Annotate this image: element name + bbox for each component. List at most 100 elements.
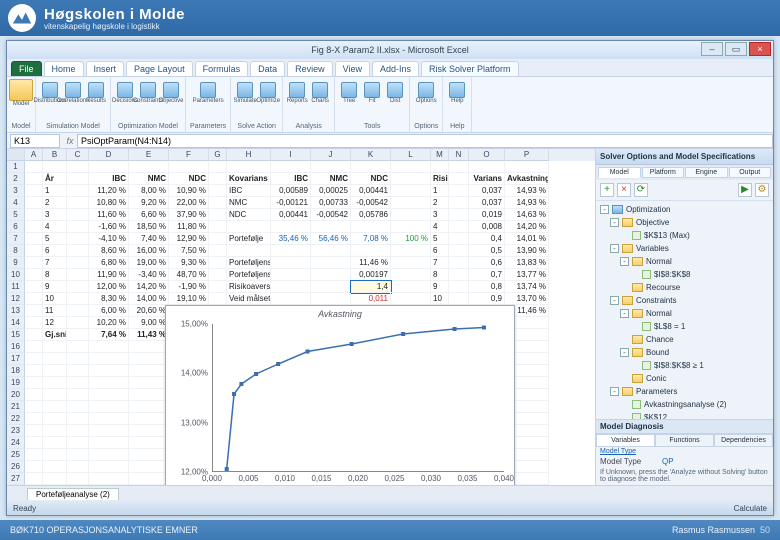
row-header[interactable]: 14	[7, 317, 25, 329]
column-header[interactable]: P	[505, 149, 549, 161]
cell[interactable]	[129, 449, 169, 461]
pane-analyze-icon[interactable]: ⚙	[755, 183, 769, 197]
ribbon-tab-formulas[interactable]: Formulas	[195, 61, 249, 76]
cell[interactable]	[505, 161, 549, 173]
cell[interactable]: 10	[431, 293, 449, 305]
cell[interactable]	[129, 353, 169, 365]
cell[interactable]: Porteføljens varians	[227, 269, 271, 281]
cell[interactable]: 2	[43, 197, 67, 209]
model-tree[interactable]: -Optimization-Objective$K$13 (Max)-Varia…	[596, 201, 773, 419]
cell[interactable]	[25, 245, 43, 257]
row-header[interactable]: 21	[7, 401, 25, 413]
cell[interactable]	[25, 305, 43, 317]
pane-add-icon[interactable]: +	[600, 183, 614, 197]
cell[interactable]: 19,10 %	[169, 293, 209, 305]
cell[interactable]: 5	[431, 233, 449, 245]
cell[interactable]: 9	[431, 281, 449, 293]
cell[interactable]: År	[43, 173, 67, 185]
cell[interactable]: 9,20 %	[129, 197, 169, 209]
cell[interactable]: 0,9	[469, 293, 505, 305]
cell[interactable]: 10	[43, 293, 67, 305]
cell[interactable]	[25, 473, 43, 485]
cell[interactable]: 1,4	[351, 281, 391, 293]
cell[interactable]: 12,90 %	[169, 233, 209, 245]
column-header[interactable]: I	[271, 149, 311, 161]
cell[interactable]	[449, 173, 469, 185]
cell[interactable]	[449, 245, 469, 257]
cell[interactable]	[449, 281, 469, 293]
cell[interactable]	[351, 245, 391, 257]
cell[interactable]	[391, 185, 431, 197]
cell[interactable]: Portefølje	[227, 233, 271, 245]
cell[interactable]	[449, 209, 469, 221]
cell[interactable]: 7,08 %	[351, 233, 391, 245]
row-header[interactable]: 10	[7, 269, 25, 281]
cell[interactable]: 20,60 %	[129, 305, 169, 317]
cell[interactable]: 6,80 %	[89, 257, 129, 269]
tree-twisty-icon[interactable]: -	[620, 309, 629, 318]
cell[interactable]: 19,00 %	[129, 257, 169, 269]
cell[interactable]	[67, 389, 89, 401]
cell[interactable]	[89, 461, 129, 473]
cell[interactable]	[209, 161, 227, 173]
cell[interactable]: 11,80 %	[169, 221, 209, 233]
cell[interactable]: -1,60 %	[89, 221, 129, 233]
cell[interactable]: 14,20 %	[505, 221, 549, 233]
cell[interactable]: 7,64 %	[89, 329, 129, 341]
cell[interactable]	[449, 293, 469, 305]
cell[interactable]: Risikoaversjon	[227, 281, 271, 293]
cell[interactable]: 5	[43, 233, 67, 245]
pane-refresh-icon[interactable]: ⟳	[634, 183, 648, 197]
ribbon-cmd-constraints[interactable]: Constraints	[138, 79, 158, 107]
tree-node[interactable]: $K$12	[598, 411, 771, 419]
cell[interactable]: 7,50 %	[169, 245, 209, 257]
tree-node[interactable]: Recourse	[598, 281, 771, 294]
cell[interactable]	[89, 341, 129, 353]
cell[interactable]: -0,00121	[271, 197, 311, 209]
tree-node[interactable]: -Bound	[598, 346, 771, 359]
tree-node[interactable]: $L$8 = 1	[598, 320, 771, 333]
cell[interactable]	[391, 161, 431, 173]
fx-icon[interactable]: fx	[63, 136, 77, 146]
cell[interactable]	[169, 161, 209, 173]
cell[interactable]	[449, 221, 469, 233]
tree-node[interactable]: -Optimization	[598, 203, 771, 216]
ribbon-cmd-parameters[interactable]: Parameters	[198, 79, 218, 107]
cell[interactable]: 8,30 %	[89, 293, 129, 305]
tree-node[interactable]: -Variables	[598, 242, 771, 255]
ribbon-cmd-correlations[interactable]: Correlations	[63, 79, 83, 107]
ribbon-tab-insert[interactable]: Insert	[86, 61, 125, 76]
cell[interactable]	[227, 161, 271, 173]
diag-tab-functions[interactable]: Functions	[655, 434, 714, 447]
cell[interactable]	[129, 377, 169, 389]
row-header[interactable]: 15	[7, 329, 25, 341]
cell[interactable]	[351, 161, 391, 173]
row-header[interactable]: 18	[7, 365, 25, 377]
cell[interactable]	[67, 353, 89, 365]
cell[interactable]: 13,90 %	[505, 245, 549, 257]
cell[interactable]	[89, 413, 129, 425]
cell[interactable]	[391, 293, 431, 305]
cell[interactable]	[67, 449, 89, 461]
cell[interactable]	[89, 473, 129, 485]
cell[interactable]	[311, 161, 351, 173]
cell[interactable]	[89, 377, 129, 389]
cell[interactable]	[25, 329, 43, 341]
ribbon-cmd-dist[interactable]: Dist	[385, 79, 405, 107]
cell[interactable]: 0,00025	[311, 185, 351, 197]
cell[interactable]	[271, 221, 311, 233]
cell[interactable]	[209, 185, 227, 197]
cell[interactable]	[25, 353, 43, 365]
cell[interactable]	[129, 413, 169, 425]
pane-tab-output[interactable]: Output	[729, 167, 772, 178]
cell[interactable]: 0,00589	[271, 185, 311, 197]
cell[interactable]: 0,4	[469, 233, 505, 245]
cell[interactable]	[67, 413, 89, 425]
cell[interactable]	[25, 401, 43, 413]
cell[interactable]	[431, 161, 449, 173]
cell[interactable]: 11,46 %	[351, 257, 391, 269]
cell[interactable]: 0,037	[469, 185, 505, 197]
cell[interactable]	[89, 437, 129, 449]
cell[interactable]	[209, 221, 227, 233]
ribbon-tab-add-ins[interactable]: Add-Ins	[372, 61, 419, 76]
